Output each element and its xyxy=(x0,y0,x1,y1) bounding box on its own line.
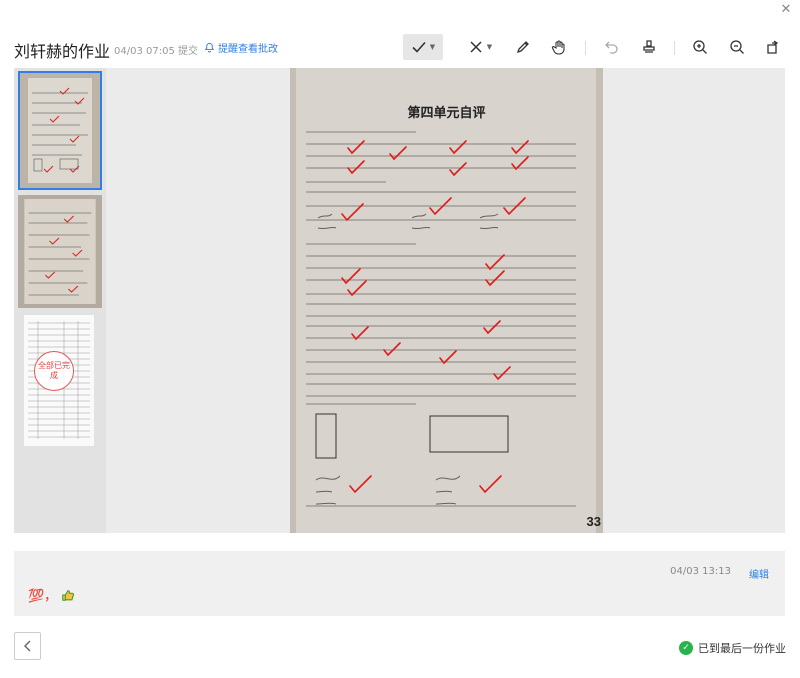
hand-icon xyxy=(551,40,565,55)
footer: ✓ 已到最后一份作业 xyxy=(14,632,786,662)
toolbar-divider xyxy=(674,41,675,55)
check-circle-icon: ✓ xyxy=(679,641,693,655)
homework-viewer: 全部已完成 第四单元自评 33 xyxy=(14,68,785,533)
pen-tool[interactable] xyxy=(513,34,533,60)
completed-stamp: 全部已完成 xyxy=(34,351,74,391)
zoom-out-tool[interactable] xyxy=(727,34,747,60)
thumbnail-page-1[interactable] xyxy=(18,71,102,190)
thumbnail-list[interactable]: 全部已完成 xyxy=(14,68,106,533)
bell-icon xyxy=(204,42,215,53)
zoom-in-tool[interactable] xyxy=(690,34,710,60)
end-status: ✓ 已到最后一份作业 xyxy=(679,640,786,656)
remind-label: 提醒查看批改 xyxy=(218,44,278,55)
comment-time: 04/03 13:13 xyxy=(670,566,731,577)
check-icon xyxy=(412,41,426,53)
page-title: 刘轩赫的作业 xyxy=(14,42,111,61)
worksheet-title: 第四单元自评 xyxy=(407,106,486,121)
end-status-label: 已到最后一份作业 xyxy=(698,642,786,655)
hand-tool[interactable] xyxy=(549,34,569,60)
teacher-comment: 04/03 13:13 编辑 💯， xyxy=(14,551,785,616)
stamp-icon xyxy=(643,40,655,53)
zoom-in-icon xyxy=(693,40,707,54)
header: 刘轩赫的作业 04/03 07:05 提交 提醒查看批改 xyxy=(14,32,786,62)
thumbnail-page-3[interactable]: 全部已完成 xyxy=(24,315,94,446)
previous-button[interactable] xyxy=(14,632,41,660)
stamp-tool[interactable] xyxy=(639,34,659,60)
homework-page[interactable]: 第四单元自评 33 xyxy=(290,68,603,533)
zoom-out-icon xyxy=(730,40,744,54)
page-thumbnail-image xyxy=(18,195,102,308)
check-tool[interactable]: ▼ xyxy=(403,34,443,60)
thumbs-up-icon xyxy=(62,589,75,601)
comment-text: 💯， xyxy=(28,589,58,604)
worksheet-image xyxy=(290,68,603,533)
remind-review-link[interactable]: 提醒查看批改 xyxy=(204,40,278,55)
chevron-down-icon: ▼ xyxy=(486,43,493,51)
chevron-down-icon: ▼ xyxy=(429,43,436,51)
close-icon[interactable]: ✕ xyxy=(778,2,794,18)
thumbnail-page-2[interactable] xyxy=(18,195,102,308)
worksheet-page-number: 33 xyxy=(586,514,601,529)
pencil-icon xyxy=(516,41,529,54)
cross-icon xyxy=(470,41,482,53)
cross-tool[interactable]: ▼ xyxy=(463,34,497,60)
submit-time: 04/03 07:05 提交 xyxy=(114,46,198,57)
comment-content: 💯， xyxy=(28,585,75,604)
page-thumbnail-image xyxy=(20,73,100,188)
undo-tool[interactable] xyxy=(602,34,622,60)
rotate-tool[interactable] xyxy=(763,34,783,60)
rotate-icon xyxy=(767,40,779,54)
toolbar-divider xyxy=(585,41,586,55)
chevron-left-icon xyxy=(23,640,30,652)
undo-icon xyxy=(605,41,618,54)
edit-comment-link[interactable]: 编辑 xyxy=(749,566,769,581)
